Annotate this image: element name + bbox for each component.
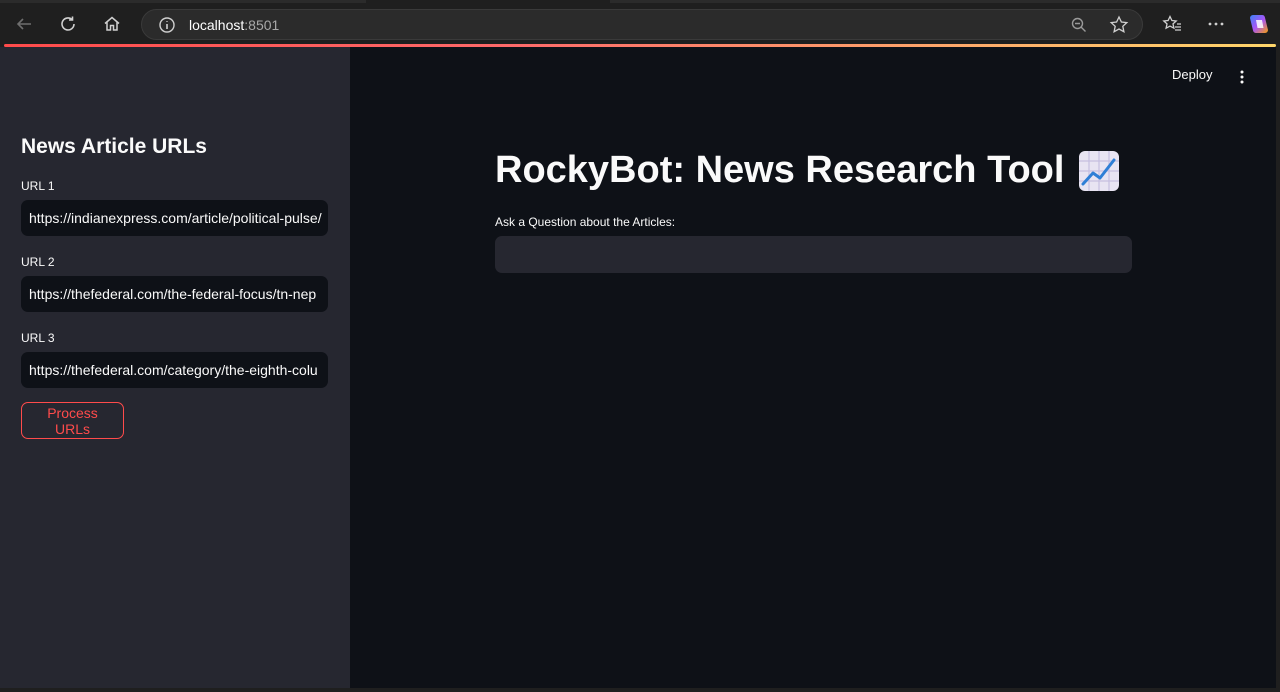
sidebar-title: News Article URLs <box>21 135 207 158</box>
url-1-input[interactable]: https://indianexpress.com/article/politi… <box>21 200 328 236</box>
tab-strip <box>0 0 1280 3</box>
question-input[interactable] <box>495 236 1132 273</box>
address-bar[interactable]: localhost:8501 <box>141 9 1143 40</box>
refresh-icon[interactable] <box>54 10 82 38</box>
url-text: localhost:8501 <box>189 17 279 33</box>
process-urls-button[interactable]: Process URLs <box>21 402 124 439</box>
url-2-input[interactable]: https://thefederal.com/the-federal-focus… <box>21 276 328 312</box>
back-arrow-icon[interactable] <box>10 10 38 38</box>
info-icon[interactable] <box>158 16 176 39</box>
kebab-menu-icon[interactable] <box>1236 69 1248 90</box>
page-title-text: RockyBot: News Research Tool <box>495 149 1065 191</box>
url-2-label: URL 2 <box>21 255 55 269</box>
zoom-out-icon[interactable] <box>1070 16 1088 39</box>
window-right-edge <box>1276 47 1280 692</box>
url-3-input[interactable]: https://thefederal.com/category/the-eigh… <box>21 352 328 388</box>
main-content: Deploy RockyBot: News Research Tool Ask … <box>350 47 1276 688</box>
page-title: RockyBot: News Research Tool <box>495 149 1120 192</box>
url-3-label: URL 3 <box>21 331 55 345</box>
star-icon[interactable] <box>1109 15 1129 40</box>
chart-increasing-emoji <box>1078 150 1120 192</box>
more-icon[interactable] <box>1202 10 1230 38</box>
favorites-icon[interactable] <box>1158 10 1186 38</box>
copilot-icon[interactable] <box>1245 10 1273 38</box>
url-port: :8501 <box>244 17 280 33</box>
window-bottom-edge <box>0 688 1280 692</box>
home-icon[interactable] <box>98 10 126 38</box>
url-host: localhost <box>189 17 245 33</box>
browser-toolbar: localhost:8501 <box>0 0 1280 48</box>
url-1-label: URL 1 <box>21 179 55 193</box>
question-label: Ask a Question about the Articles: <box>495 215 676 229</box>
deploy-button[interactable]: Deploy <box>1172 67 1212 82</box>
sidebar: News Article URLs URL 1 https://indianex… <box>0 47 350 688</box>
